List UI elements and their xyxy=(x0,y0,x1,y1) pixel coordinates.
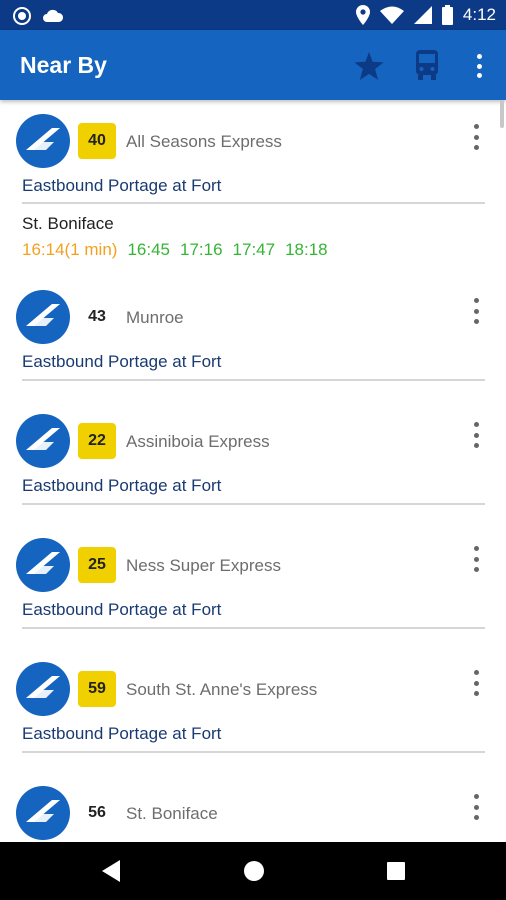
route-menu-icon[interactable] xyxy=(466,544,486,574)
departure-time: 17:16 xyxy=(179,240,223,259)
divider xyxy=(22,627,485,629)
stop-name: Eastbound Portage at Fort xyxy=(22,176,222,195)
route-name: Ness Super Express xyxy=(126,556,281,575)
divider xyxy=(22,751,485,753)
route-number-badge: 22 xyxy=(78,423,116,459)
navigation-bar xyxy=(0,842,506,900)
transit-logo-icon xyxy=(16,414,70,468)
route-card-56[interactable]: 56 St. Boniface xyxy=(0,786,506,842)
home-icon[interactable] xyxy=(232,842,276,900)
recents-icon[interactable] xyxy=(374,842,418,900)
route-card-59[interactable]: 59 South St. Anne's Express Eastbound Po… xyxy=(0,662,506,786)
transit-logo-icon xyxy=(16,662,70,716)
route-card-25[interactable]: 25 Ness Super Express Eastbound Portage … xyxy=(0,538,506,662)
route-number-badge: 56 xyxy=(88,804,106,821)
divider xyxy=(22,503,485,505)
next-departure: 16:14(1 min) xyxy=(22,240,118,259)
page-title: Near By xyxy=(20,52,107,78)
departure-time: 17:47 xyxy=(232,240,276,259)
departure-times: 16:14(1 min) 16:45 17:16 17:47 18:18 xyxy=(22,240,328,260)
location-icon xyxy=(355,5,370,25)
stop-name: Eastbound Portage at Fort xyxy=(22,600,222,619)
route-menu-icon[interactable] xyxy=(466,792,486,822)
transit-logo-icon xyxy=(16,786,70,840)
route-name: St. Boniface xyxy=(126,804,218,823)
route-number-badge: 43 xyxy=(88,308,106,325)
route-number-badge: 25 xyxy=(78,547,116,583)
transit-logo-icon xyxy=(16,114,70,168)
transit-logo-icon xyxy=(16,290,70,344)
departure-time: 16:45 xyxy=(127,240,170,259)
route-card-22[interactable]: 22 Assiniboia Express Eastbound Portage … xyxy=(0,414,506,538)
route-name: All Seasons Express xyxy=(126,132,282,151)
nearby-list[interactable]: 40 All Seasons Express Eastbound Portage… xyxy=(0,100,506,842)
bus-icon[interactable] xyxy=(415,50,439,80)
route-number-badge: 59 xyxy=(78,671,116,707)
route-name: South St. Anne's Express xyxy=(126,680,318,699)
divider xyxy=(22,379,485,381)
stop-name: Eastbound Portage at Fort xyxy=(22,724,222,743)
battery-icon xyxy=(441,5,453,25)
route-card-43[interactable]: 43 Munroe Eastbound Portage at Fort xyxy=(0,290,506,414)
wifi-icon xyxy=(379,6,404,24)
cloud-icon xyxy=(43,9,64,22)
route-name: Assiniboia Express xyxy=(126,432,270,451)
star-icon[interactable] xyxy=(354,52,384,80)
app-bar: Near By xyxy=(0,30,506,100)
transit-logo-icon xyxy=(16,538,70,592)
route-menu-icon[interactable] xyxy=(466,668,486,698)
destination: St. Boniface xyxy=(22,214,114,233)
back-icon[interactable] xyxy=(90,842,134,900)
route-menu-icon[interactable] xyxy=(466,122,486,152)
route-card-40[interactable]: 40 All Seasons Express Eastbound Portage… xyxy=(0,100,506,290)
status-bar: 4:12 xyxy=(0,0,506,30)
route-menu-icon[interactable] xyxy=(466,420,486,450)
more-vert-icon[interactable] xyxy=(474,54,484,78)
route-name: Munroe xyxy=(126,308,184,327)
stop-name: Eastbound Portage at Fort xyxy=(22,476,222,495)
stop-name: Eastbound Portage at Fort xyxy=(22,352,222,371)
clock: 4:12 xyxy=(462,5,496,24)
circle-notification-icon xyxy=(13,7,31,25)
signal-icon xyxy=(413,6,432,24)
divider xyxy=(22,202,485,204)
route-menu-icon[interactable] xyxy=(466,296,486,326)
departure-time: 18:18 xyxy=(285,240,328,259)
route-number-badge: 40 xyxy=(78,123,116,159)
